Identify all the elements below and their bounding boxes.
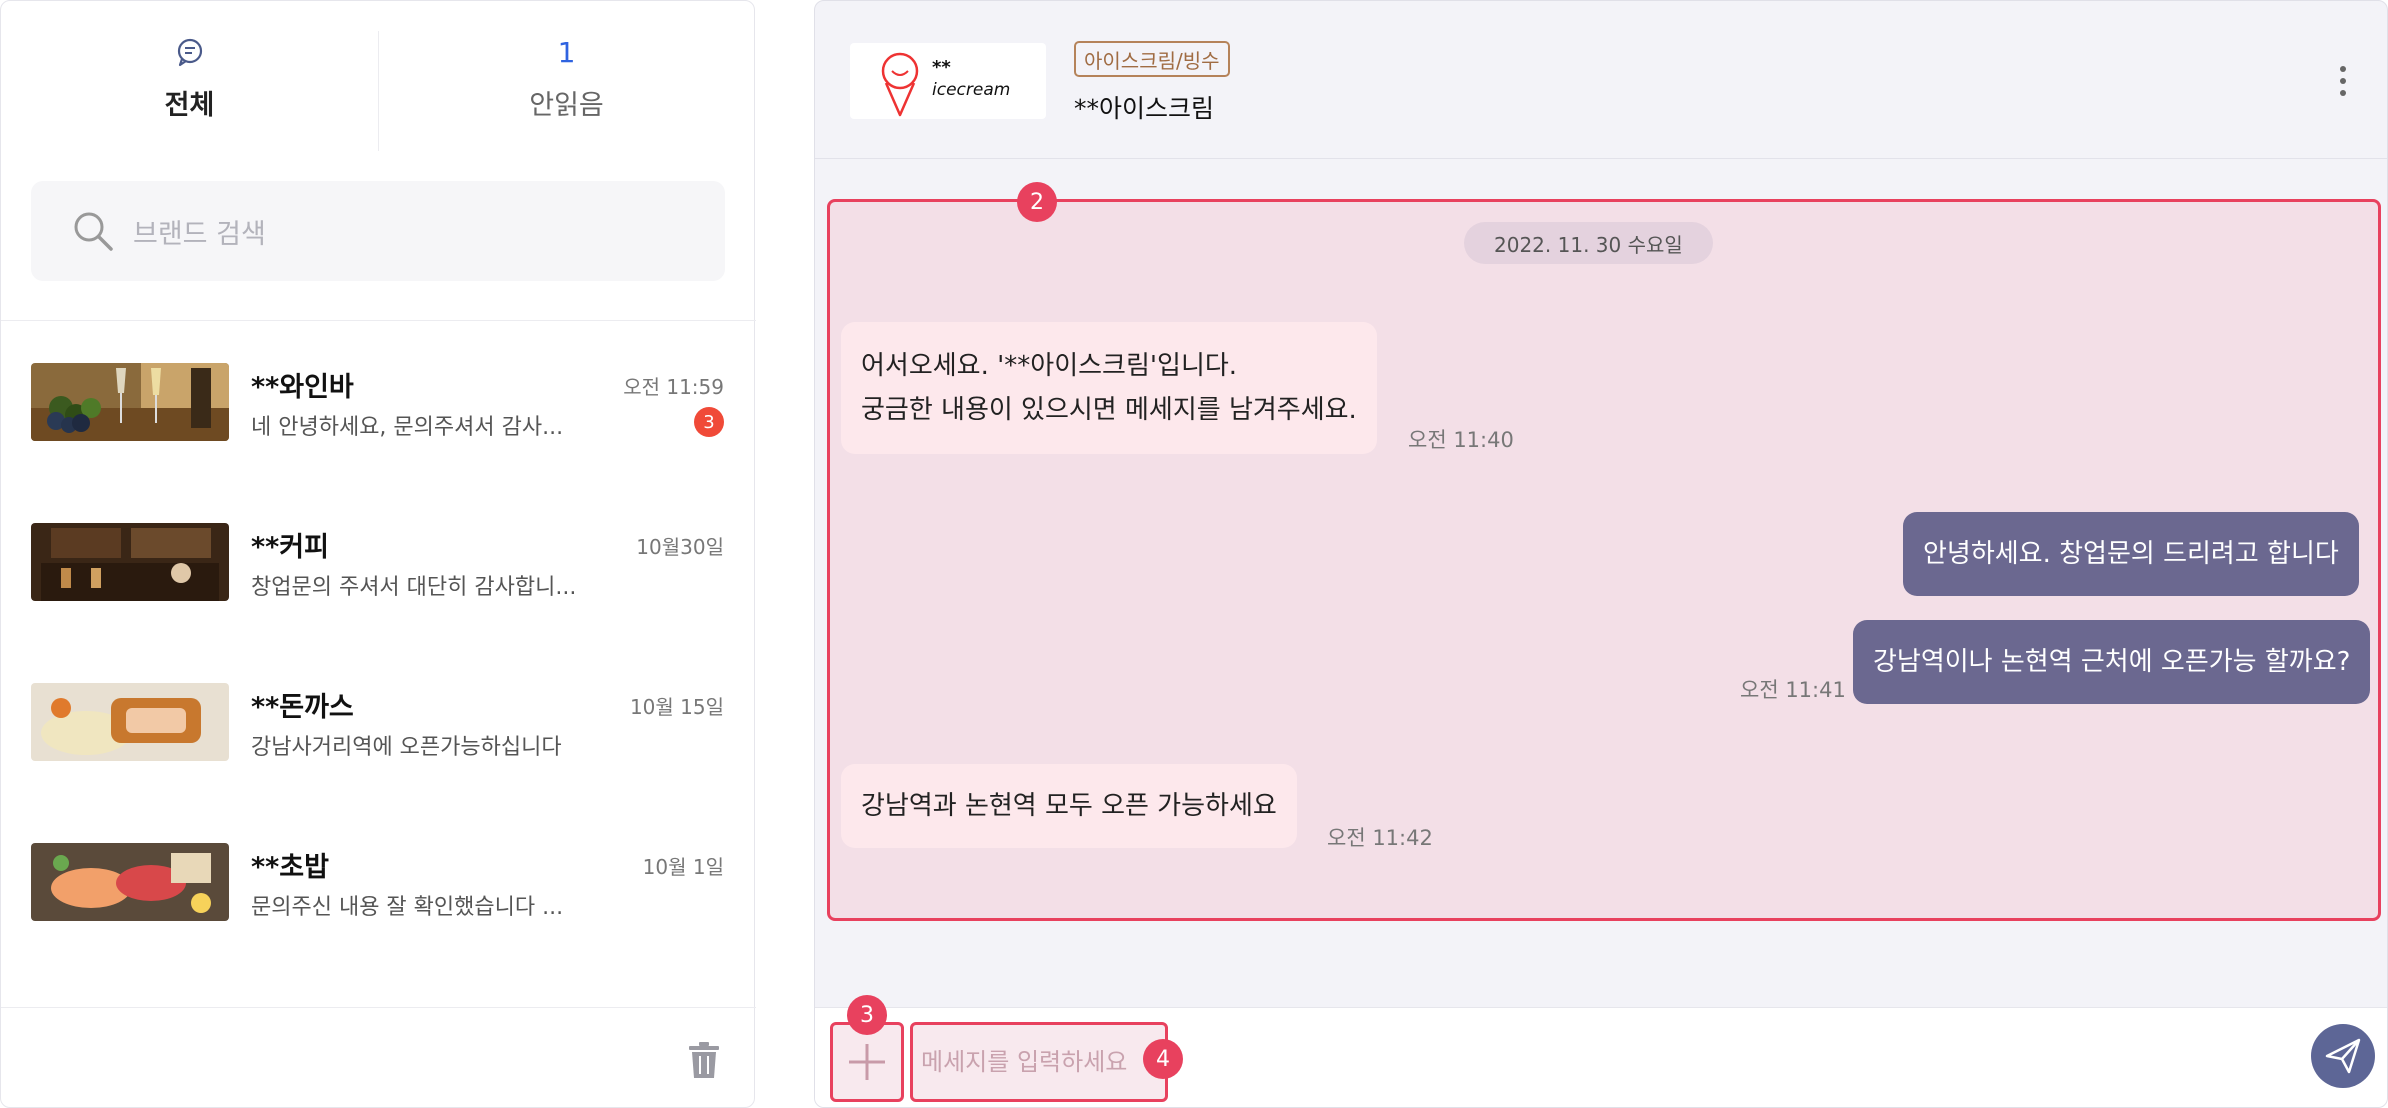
message-line: 궁금한 내용이 있으시면 메세지를 남겨주세요. [861, 395, 1357, 425]
conversation-time: 10월 15일 [629, 695, 724, 719]
conversation-preview: 강남사거리역에 오픈가능하십니다 [251, 735, 562, 760]
more-options-icon[interactable] [2339, 63, 2347, 99]
chat-bubble-icon [177, 38, 202, 67]
conversation-preview: 네 안녕하세요, 문의주셔서 감사... [251, 415, 564, 440]
unread-badge: 3 [694, 407, 724, 437]
conversation-time: 오전 11:59 [623, 375, 724, 399]
tab-all-label: 전체 [164, 90, 215, 121]
message-bubble-outgoing: 안녕하세요. 창업문의 드리려고 합니다 [1903, 512, 2359, 596]
wine-bar-thumbnail [31, 363, 229, 441]
plus-icon [849, 1044, 885, 1080]
shop-name: **아이스크림 [1074, 94, 1215, 123]
brand-search-input[interactable]: 브랜드 검색 [31, 181, 725, 281]
message-bubble-outgoing: 강남역이나 논현역 근처에 오픈가능 할까요? [1853, 620, 2371, 704]
conversation-name: **돈까스 [251, 692, 354, 723]
message-input-wrapper [910, 1022, 1168, 1102]
conversation-item-wine-bar[interactable]: **와인바 오전 11:59 네 안녕하세요, 문의주셔서 감사... 3 [1, 321, 756, 481]
message-bubble-incoming: 어서오세요. '**아이스크림'입니다. 궁금한 내용이 있으시면 메세지를 남… [841, 322, 1377, 454]
trash-icon[interactable] [687, 1040, 721, 1080]
message-line: 어서오세요. '**아이스크림'입니다. [861, 351, 1238, 381]
conversation-time: 10월30일 [636, 535, 724, 559]
tonkatsu-thumbnail [31, 683, 229, 761]
search-placeholder: 브랜드 검색 [133, 218, 266, 250]
tab-unread[interactable]: 1 안읽음 [378, 31, 755, 151]
tab-bar: 전체 1 안읽음 [1, 31, 756, 151]
logo-wordmark: icecream [932, 80, 1010, 100]
conversation-time: 10월 1일 [642, 855, 724, 879]
search-icon [74, 212, 113, 251]
send-button[interactable] [2311, 1024, 2375, 1088]
conversation-item-sushi[interactable]: **초밥 10월 1일 문의주신 내용 잘 확인했습니다 ... [1, 801, 756, 961]
tab-unread-label: 안읽음 [529, 90, 604, 121]
composer-bar [815, 1007, 2387, 1107]
logo-mark: ** [932, 57, 951, 78]
footer-divider [1, 1007, 756, 1008]
unread-count: 1 [557, 35, 576, 69]
brand-logo: ** icecream [850, 43, 1046, 119]
annotation-marker-2: 2 [1017, 182, 1057, 222]
message-input[interactable] [921, 1048, 1131, 1076]
message-area: 2022. 11. 30 수요일 어서오세요. '**아이스크림'입니다. 궁금… [827, 199, 2381, 921]
annotation-marker-4: 4 [1143, 1039, 1183, 1079]
tab-all[interactable]: 전체 [1, 31, 378, 151]
chat-panel: ** icecream 아이스크림/빙수 **아이스크림 2022. 11. 3… [814, 0, 2388, 1108]
conversation-list-panel: 전체 1 안읽음 브랜드 검색 **와인바 오전 11:59 네 안녕하세요, … [0, 0, 756, 1108]
chat-header: ** icecream 아이스크림/빙수 **아이스크림 [815, 1, 2387, 159]
message-time: 오전 11:42 [1327, 826, 1433, 850]
conversation-item-coffee[interactable]: **커피 10월30일 창업문의 주셔서 대단히 감사합니... [1, 481, 756, 641]
conversation-name: **초밥 [251, 852, 329, 883]
conversation-item-tonkatsu[interactable]: **돈까스 10월 15일 강남사거리역에 오픈가능하십니다 [1, 641, 756, 801]
sushi-thumbnail [31, 843, 229, 921]
message-time: 오전 11:40 [1408, 428, 1514, 452]
date-divider: 2022. 11. 30 수요일 [1464, 222, 1713, 264]
annotation-marker-3: 3 [847, 995, 887, 1035]
coffee-thumbnail [31, 523, 229, 601]
category-tag: 아이스크림/빙수 [1074, 41, 1230, 77]
conversation-name: **커피 [251, 532, 329, 563]
conversation-name: **와인바 [251, 372, 354, 403]
message-bubble-incoming: 강남역과 논현역 모두 오픈 가능하세요 [841, 764, 1297, 848]
paper-plane-icon [2325, 1038, 2361, 1074]
message-time: 오전 11:41 [1740, 678, 1846, 702]
conversation-preview: 문의주신 내용 잘 확인했습니다 ... [251, 895, 564, 920]
conversation-preview: 창업문의 주셔서 대단히 감사합니... [251, 575, 577, 600]
